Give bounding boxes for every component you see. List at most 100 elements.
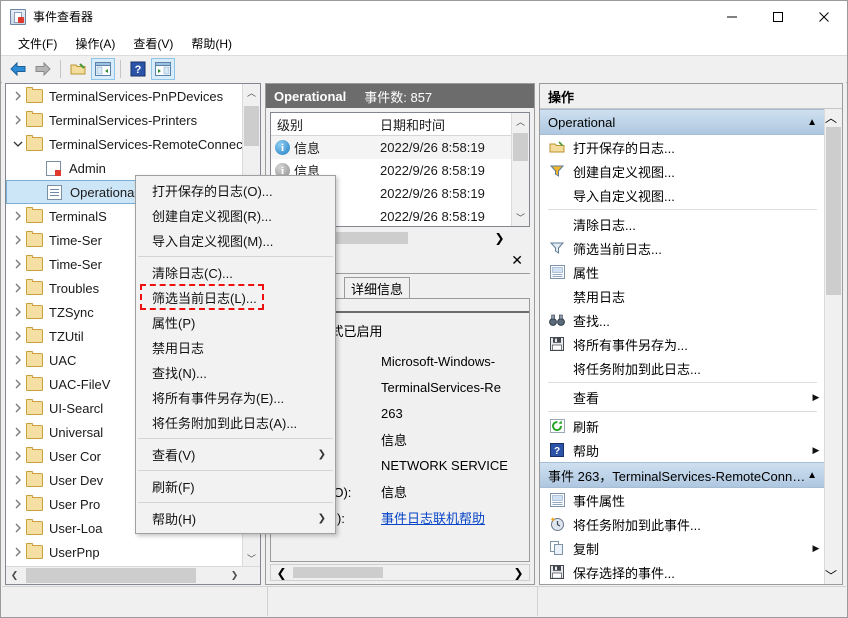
action-item[interactable]: 刷新 bbox=[540, 414, 825, 438]
action-item[interactable]: 将任务附加到此日志... bbox=[540, 356, 825, 380]
context-menu-item[interactable]: 禁用日志 bbox=[136, 335, 335, 360]
detail-horizontal-scrollbar[interactable]: ❮ ❯ bbox=[270, 564, 530, 581]
action-item[interactable]: 筛选当前日志... bbox=[540, 236, 825, 260]
close-button[interactable] bbox=[801, 1, 847, 32]
event-log-name: Operational bbox=[274, 88, 347, 104]
chevron-right-icon[interactable] bbox=[10, 547, 26, 557]
chevron-right-icon[interactable] bbox=[10, 403, 26, 413]
chevron-right-icon[interactable] bbox=[10, 235, 26, 245]
chevron-up-icon[interactable]: ▲ bbox=[807, 117, 817, 128]
scroll-down-arrow[interactable]: ﹀ bbox=[243, 550, 260, 567]
chevron-right-icon[interactable] bbox=[10, 355, 26, 365]
actions-group-header[interactable]: 事件 263，TerminalServices-RemoteConne... ▲ bbox=[540, 462, 825, 488]
context-menu-item[interactable]: 帮助(H) ❯ bbox=[136, 506, 335, 531]
detail-hscroll-thumb[interactable] bbox=[293, 567, 383, 578]
chevron-right-icon[interactable] bbox=[10, 379, 26, 389]
context-menu[interactable]: 打开保存的日志(O)... 创建自定义视图(R)... 导入自定义视图(M)... 清… bbox=[135, 175, 336, 534]
tree-item[interactable]: UserPnp bbox=[6, 540, 243, 564]
event-scroll-thumb[interactable] bbox=[513, 133, 528, 161]
action-item[interactable]: ? 帮助 ▶ bbox=[540, 438, 825, 462]
action-item[interactable]: 保存选择的事件... bbox=[540, 560, 825, 584]
menu-view[interactable]: 查看(V) bbox=[124, 33, 182, 54]
event-hscroll-right-arrow[interactable]: ❯ bbox=[491, 231, 508, 245]
action-item[interactable]: 导入自定义视图... bbox=[540, 183, 825, 207]
tree-scroll-thumb[interactable] bbox=[244, 106, 259, 146]
event-scroll-up-arrow[interactable]: ︿ bbox=[512, 113, 529, 130]
action-item[interactable]: 创建自定义视图... bbox=[540, 159, 825, 183]
detail-hscroll-left-arrow[interactable]: ❮ bbox=[273, 566, 290, 580]
chevron-right-icon[interactable] bbox=[10, 475, 26, 485]
tree-item[interactable]: TerminalServices-RemoteConnec bbox=[6, 132, 243, 156]
tab-details[interactable]: 详细信息 bbox=[344, 277, 411, 298]
menu-file[interactable]: 文件(F) bbox=[9, 33, 66, 54]
event-log-online-help-link[interactable]: 事件日志联机帮助 bbox=[381, 511, 485, 526]
context-menu-item[interactable]: 打开保存的日志(O)... bbox=[136, 178, 335, 203]
minimize-button[interactable] bbox=[709, 1, 755, 32]
detail-hscroll-right-arrow[interactable]: ❯ bbox=[510, 566, 527, 580]
chevron-down-icon[interactable] bbox=[10, 140, 26, 148]
event-scroll-down-arrow[interactable]: ﹀ bbox=[512, 209, 529, 226]
chevron-right-icon[interactable] bbox=[10, 307, 26, 317]
chevron-right-icon[interactable] bbox=[10, 91, 26, 101]
event-hscroll-thumb[interactable] bbox=[330, 232, 408, 244]
context-menu-item[interactable]: 查看(V) ❯ bbox=[136, 442, 335, 467]
context-menu-item[interactable]: 刷新(F) bbox=[136, 474, 335, 499]
context-menu-item[interactable]: 将所有事件另存为(E)... bbox=[136, 385, 335, 410]
scroll-right-arrow[interactable]: ❯ bbox=[226, 570, 243, 581]
menu-action[interactable]: 操作(A) bbox=[66, 33, 124, 54]
action-item[interactable]: 禁用日志 bbox=[540, 284, 825, 308]
open-saved-log-icon[interactable] bbox=[66, 58, 90, 80]
actions-scroll-down-arrow[interactable]: ﹀ bbox=[825, 567, 842, 584]
context-menu-item[interactable]: 查找(N)... bbox=[136, 360, 335, 385]
help-icon[interactable]: ? bbox=[126, 58, 150, 80]
action-item[interactable]: 打开保存的日志... bbox=[540, 135, 825, 159]
back-icon[interactable] bbox=[6, 58, 30, 80]
chevron-right-icon[interactable] bbox=[10, 451, 26, 461]
chevron-right-icon[interactable] bbox=[10, 331, 26, 341]
tree-horizontal-scrollbar[interactable]: ❮ ❯ bbox=[6, 566, 260, 584]
context-menu-item[interactable]: 创建自定义视图(R)... bbox=[136, 203, 335, 228]
action-item[interactable]: 事件属性 bbox=[540, 488, 825, 512]
chevron-right-icon[interactable] bbox=[10, 283, 26, 293]
action-item[interactable]: 属性 bbox=[540, 260, 825, 284]
column-header-datetime[interactable]: 日期和时间 bbox=[376, 115, 445, 134]
close-icon[interactable]: ✕ bbox=[511, 252, 523, 269]
scroll-left-arrow[interactable]: ❮ bbox=[6, 570, 23, 581]
event-list-vertical-scrollbar[interactable]: ︿ ﹀ bbox=[511, 113, 529, 226]
context-menu-item[interactable]: 筛选当前日志(L)... bbox=[136, 285, 335, 310]
chevron-right-icon[interactable] bbox=[10, 259, 26, 269]
tree-hscroll-thumb[interactable] bbox=[26, 568, 196, 583]
context-menu-item[interactable]: 清除日志(C)... bbox=[136, 260, 335, 285]
chevron-right-icon[interactable] bbox=[10, 211, 26, 221]
chevron-up-icon[interactable]: ▲ bbox=[807, 470, 817, 481]
context-menu-item[interactable]: 属性(P) bbox=[136, 310, 335, 335]
tree-item[interactable]: TerminalServices-PnPDevices bbox=[6, 84, 243, 108]
forward-icon[interactable] bbox=[31, 58, 55, 80]
tree-item[interactable]: TerminalServices-Printers bbox=[6, 108, 243, 132]
action-item[interactable]: 复制 ▶ bbox=[540, 536, 825, 560]
action-item[interactable]: 将所有事件另存为... bbox=[540, 332, 825, 356]
show-hide-action-pane-icon[interactable] bbox=[151, 58, 175, 80]
scroll-up-arrow[interactable]: ︿ bbox=[243, 84, 260, 101]
event-row[interactable]: i 信息 2022/9/26 8:58:19 bbox=[271, 136, 512, 159]
actions-vertical-scrollbar[interactable]: ︿ ﹀ bbox=[824, 109, 842, 584]
show-hide-console-tree-icon[interactable] bbox=[91, 58, 115, 80]
action-item[interactable]: 将任务附加到此事件... bbox=[540, 512, 825, 536]
context-menu-item[interactable]: 导入自定义视图(M)... bbox=[136, 228, 335, 253]
chevron-right-icon[interactable] bbox=[10, 523, 26, 533]
context-menu-item[interactable]: 将任务附加到此日志(A)... bbox=[136, 410, 335, 435]
actions-group-header[interactable]: Operational ▲ bbox=[540, 109, 825, 135]
actions-scroll-up-arrow[interactable]: ︿ bbox=[825, 109, 842, 126]
chevron-right-icon[interactable] bbox=[10, 115, 26, 125]
chevron-right-icon[interactable] bbox=[10, 499, 26, 509]
action-item[interactable]: 清除日志... bbox=[540, 212, 825, 236]
action-item-label: 查找... bbox=[573, 313, 610, 329]
action-item[interactable]: 查看 ▶ bbox=[540, 385, 825, 409]
actions-scroll-thumb[interactable] bbox=[826, 127, 841, 295]
action-item[interactable]: 查找... bbox=[540, 308, 825, 332]
tree-item-label: UI-Searcl bbox=[49, 400, 104, 416]
menu-help[interactable]: 帮助(H) bbox=[182, 33, 241, 54]
column-header-level[interactable]: 级别 bbox=[271, 115, 376, 134]
chevron-right-icon[interactable] bbox=[10, 427, 26, 437]
maximize-button[interactable] bbox=[755, 1, 801, 32]
